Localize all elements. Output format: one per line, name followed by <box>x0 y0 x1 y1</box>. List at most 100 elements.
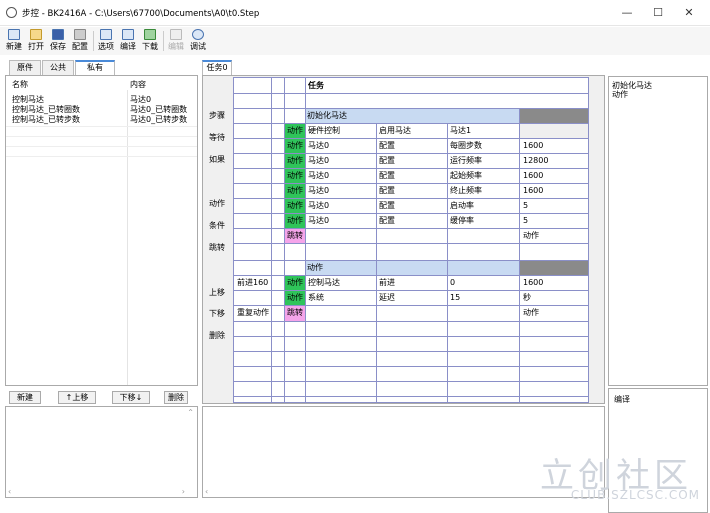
action-tag[interactable]: 动作 <box>285 139 305 154</box>
task-grid[interactable]: 初始化马达 动作 动作 硬件控制 启用马达 马达1 动作 马达0 配置 每圈步数… <box>233 77 589 403</box>
action-tag[interactable]: 动作 <box>285 169 305 184</box>
jump-target[interactable]: 动作 <box>521 306 588 320</box>
cell-target[interactable]: 系统 <box>306 291 376 305</box>
compile-button[interactable]: 编译 <box>118 27 138 55</box>
column-header-name[interactable]: 名称 <box>12 79 28 90</box>
jump-tag[interactable]: 跳转 <box>285 306 305 321</box>
jump-tag[interactable]: 跳转 <box>285 229 305 244</box>
scroll-left-icon[interactable]: ‹ <box>8 487 11 496</box>
cell-value[interactable]: 5 <box>521 214 588 228</box>
cell-op[interactable]: 配置 <box>377 214 447 228</box>
action-tag[interactable]: 动作 <box>285 199 305 214</box>
cell-target[interactable]: 马达0 <box>306 154 376 168</box>
cell-op[interactable]: 配置 <box>377 169 447 183</box>
cell-param[interactable]: 缓停率 <box>448 214 518 228</box>
jump-button[interactable]: 跳转 <box>205 241 229 255</box>
open-button[interactable]: 打开 <box>26 27 46 55</box>
item-name: 控制马达_已转圈数 <box>12 105 80 114</box>
tab-private[interactable]: 私有 <box>75 60 115 76</box>
tab-task0[interactable]: 任务0 <box>202 60 232 76</box>
cell-target[interactable]: 马达0 <box>306 139 376 153</box>
cell-value[interactable]: 12800 <box>521 154 588 168</box>
delete-step-button[interactable]: 删除 <box>205 329 229 343</box>
action-tag[interactable]: 动作 <box>285 154 305 169</box>
if-button[interactable]: 如果 <box>205 153 229 167</box>
cell-param[interactable]: 15 <box>448 291 518 305</box>
grid-line <box>234 321 588 322</box>
cell-op[interactable]: 配置 <box>377 184 447 198</box>
cell-target[interactable]: 马达0 <box>306 169 376 183</box>
cell-target[interactable]: 马达0 <box>306 184 376 198</box>
action-button[interactable]: 动作 <box>205 197 229 211</box>
cell-value[interactable]: 5 <box>521 199 588 213</box>
options-button[interactable]: 选项 <box>96 27 116 55</box>
scroll-right-icon[interactable]: › <box>182 487 185 496</box>
grid-line <box>234 366 588 367</box>
column-header-content[interactable]: 内容 <box>130 79 146 90</box>
move-down-step-button[interactable]: 下移 <box>205 307 229 321</box>
cell-param[interactable]: 运行频率 <box>448 154 518 168</box>
tab-public[interactable]: 公共 <box>42 60 74 75</box>
cell-value[interactable]: 1600 <box>521 169 588 183</box>
cell-param[interactable]: 每圈步数 <box>448 139 518 153</box>
debug-button[interactable]: 调试 <box>188 27 208 55</box>
cell-param[interactable]: 启动率 <box>448 199 518 213</box>
cell-value[interactable]: 1600 <box>521 184 588 198</box>
close-button[interactable]: ✕ <box>674 5 704 21</box>
move-up-step-button[interactable]: 上移 <box>205 286 229 300</box>
cell-op[interactable]: 启用马达 <box>377 124 447 138</box>
cell-param[interactable]: 终止频率 <box>448 184 518 198</box>
cell-op[interactable]: 配置 <box>377 154 447 168</box>
edit-button[interactable]: 编辑 <box>166 27 186 55</box>
delete-variable-button[interactable]: 删除 <box>164 391 188 404</box>
toolbar-separator <box>93 31 94 51</box>
cell-value[interactable]: 1600 <box>521 276 588 290</box>
block1-title-cell[interactable]: 初始化马达 <box>305 109 519 123</box>
minimize-button[interactable]: — <box>612 5 642 21</box>
step-label[interactable]: 前进160 <box>235 276 271 290</box>
maximize-button[interactable]: ☐ <box>643 5 673 21</box>
cell-op[interactable]: 前进 <box>377 276 447 290</box>
cell-param[interactable]: 马达1 <box>448 124 518 138</box>
new-button[interactable]: 新建 <box>4 27 24 55</box>
cell-target[interactable]: 硬件控制 <box>306 124 376 138</box>
config-button[interactable]: 配置 <box>70 27 90 55</box>
cell-target[interactable]: 控制马达 <box>306 276 376 290</box>
cell-target[interactable]: 马达0 <box>306 199 376 213</box>
output-pane-left[interactable]: ⌃ ‹ › <box>5 406 198 498</box>
action-tag[interactable]: 动作 <box>285 214 305 229</box>
cell-param[interactable]: 起始频率 <box>448 169 518 183</box>
cell-param[interactable]: 0 <box>448 276 518 290</box>
action-tag[interactable]: 动作 <box>285 291 305 306</box>
cell-target[interactable]: 马达0 <box>306 214 376 228</box>
list-item[interactable]: 控制马达_已转圈数 马达0_已转圈数 <box>6 105 197 114</box>
list-item[interactable]: 控制马达 马达0 <box>6 95 197 104</box>
tab-components[interactable]: 原件 <box>9 60 41 75</box>
step-label[interactable]: 重复动作 <box>235 306 271 320</box>
action-tag[interactable]: 动作 <box>285 276 305 291</box>
move-down-button[interactable]: 下移↓ <box>112 391 150 404</box>
cell-value[interactable]: 1600 <box>521 139 588 153</box>
step-button[interactable]: 步骤 <box>205 109 229 123</box>
jump-target[interactable]: 动作 <box>521 229 588 243</box>
save-button[interactable]: 保存 <box>48 27 68 55</box>
title-bar: 步控 - BK2416A - C:\Users\67700\Documents\… <box>0 0 710 26</box>
action-tag[interactable]: 动作 <box>285 124 305 139</box>
block2-title-cell[interactable]: 动作 <box>305 261 519 275</box>
file-path: C:\Users\67700\Documents\A0\t0.Step <box>94 9 260 19</box>
wait-button[interactable]: 等待 <box>205 131 229 145</box>
scroll-up-icon[interactable]: ⌃ <box>187 408 194 417</box>
move-up-button[interactable]: ↑上移 <box>58 391 96 404</box>
list-item[interactable]: 控制马达_已转步数 马达0_已转步数 <box>6 115 197 124</box>
cell-op[interactable]: 配置 <box>377 199 447 213</box>
download-button[interactable]: 下载 <box>140 27 160 55</box>
cell-op[interactable]: 配置 <box>377 139 447 153</box>
condition-button[interactable]: 条件 <box>205 219 229 233</box>
action-tag[interactable]: 动作 <box>285 184 305 199</box>
cell-op[interactable]: 延迟 <box>377 291 447 305</box>
new-variable-button[interactable]: 新建 <box>9 391 41 404</box>
cell-value[interactable]: 秒 <box>521 291 588 305</box>
grid-line <box>234 123 588 124</box>
scroll-left-icon[interactable]: ‹ <box>205 487 208 496</box>
download-icon <box>144 29 156 40</box>
